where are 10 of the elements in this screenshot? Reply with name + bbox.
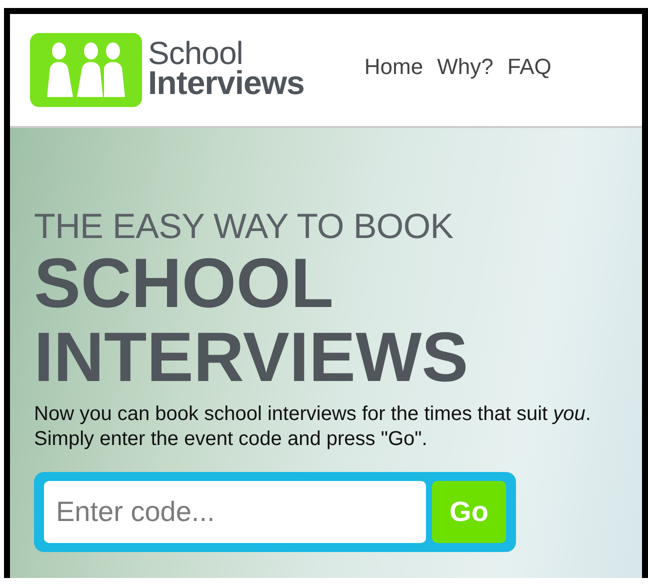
code-input-field[interactable]: Enter code... [44,481,426,543]
nav-link[interactable]: Why? [437,54,494,80]
logo-text: School [148,38,243,68]
hero-kicker: THE EASY WAY TO BOOK [34,208,454,246]
nav-link[interactable]: FAQ [507,54,552,80]
nav-link[interactable]: Home [364,54,424,80]
hero-title: INTERVIEWS [34,320,470,394]
logo-text: Interviews [148,68,304,98]
hero-title: SCHOOL [34,246,334,320]
hero-description: Now you can book school interviews for the times that suit you. Simply enter the event code and press "Go". [34,402,592,452]
